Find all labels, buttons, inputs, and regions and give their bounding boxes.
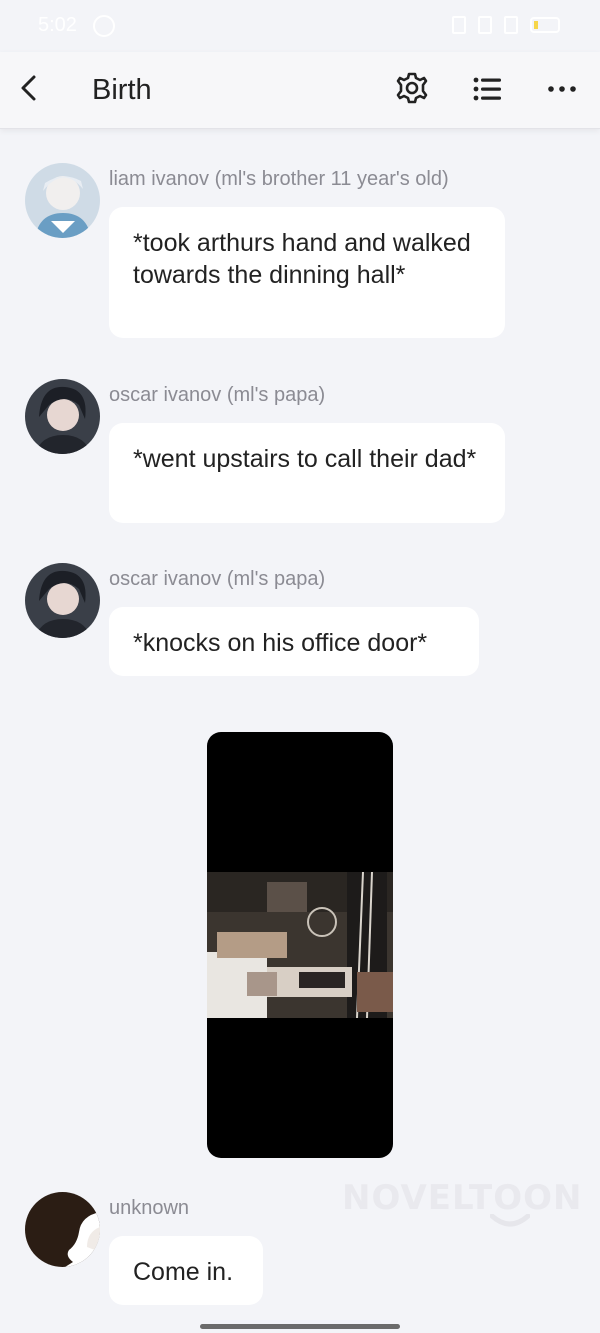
signal-icon	[504, 16, 518, 34]
list-icon[interactable]	[470, 72, 504, 106]
page-title: Birth	[92, 74, 152, 106]
back-icon[interactable]	[14, 70, 50, 106]
avatar[interactable]	[25, 163, 100, 238]
avatar[interactable]	[25, 1192, 100, 1267]
alarm-icon	[478, 16, 492, 34]
message-bubble[interactable]: *went upstairs to call their dad*	[109, 423, 505, 523]
status-bar: 5:02	[0, 0, 600, 52]
vibrate-icon	[452, 16, 466, 34]
watermark: NOVELTOON	[342, 1178, 583, 1218]
more-icon[interactable]	[544, 72, 580, 106]
message-bubble[interactable]: *took arthurs hand and walked towards th…	[109, 207, 505, 338]
app-header: Birth	[0, 52, 600, 129]
home-indicator[interactable]	[200, 1324, 400, 1329]
sender-name: unknown	[109, 1197, 190, 1219]
avatar[interactable]	[25, 379, 100, 454]
watermark-smile-icon	[490, 1214, 530, 1227]
sender-name: oscar ivanov (ml's papa)	[109, 384, 326, 406]
image-message[interactable]	[207, 732, 393, 1158]
whatsapp-icon	[93, 15, 115, 37]
office-room-image	[207, 872, 393, 1018]
status-time: 5:02	[38, 14, 77, 36]
gear-icon[interactable]	[395, 71, 429, 105]
avatar[interactable]	[25, 563, 100, 638]
sender-name: oscar ivanov (ml's papa)	[109, 568, 326, 590]
sender-name: liam ivanov (ml's brother 11 year's old)	[109, 168, 449, 190]
battery-icon	[530, 17, 560, 33]
status-icons	[452, 16, 560, 34]
message-bubble[interactable]: *knocks on his office door*	[109, 607, 479, 676]
message-bubble[interactable]: Come in.	[109, 1236, 263, 1305]
